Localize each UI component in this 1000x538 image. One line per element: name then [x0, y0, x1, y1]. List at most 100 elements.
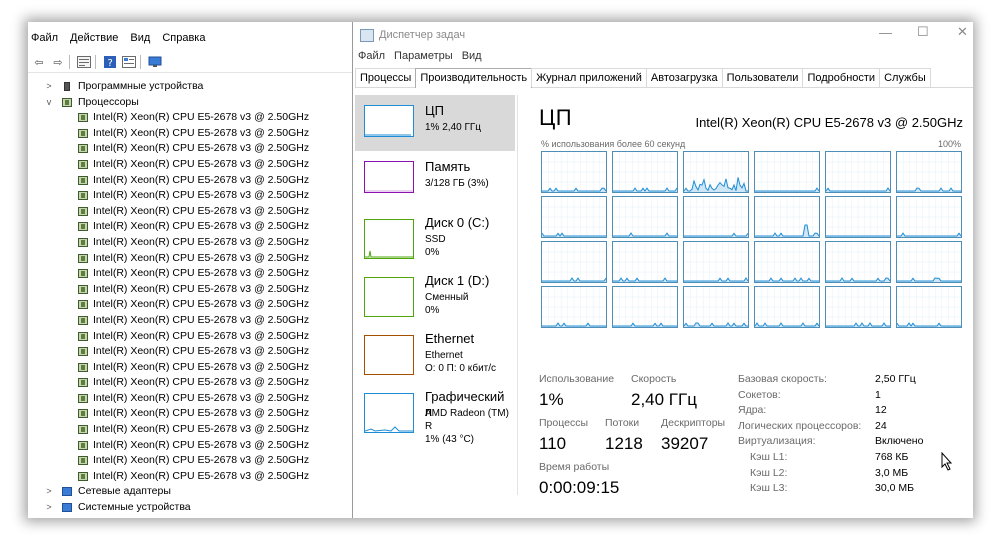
logical-processor-graph: [541, 286, 607, 328]
processor-item[interactable]: Intel(R) Xeon(R) CPU E5-2678 v3 @ 2.50GH…: [28, 110, 352, 126]
chevron-right-icon[interactable]: >: [44, 79, 54, 95]
adapter-name: Ethernet: [425, 350, 463, 361]
monitor-icon[interactable]: [147, 55, 163, 69]
tab-processes[interactable]: Процессы: [355, 68, 417, 87]
memory-mini-graph: [364, 161, 414, 193]
processor-item[interactable]: Intel(R) Xeon(R) CPU E5-2678 v3 @ 2.50GH…: [28, 173, 352, 189]
sidebar-item-memory[interactable]: Память 3/128 ГБ (3%): [355, 151, 515, 207]
forward-arrow-icon[interactable]: ⇨: [50, 55, 66, 69]
processor-item[interactable]: Intel(R) Xeon(R) CPU E5-2678 v3 @ 2.50GH…: [28, 188, 352, 204]
processor-label: Intel(R) Xeon(R) CPU E5-2678 v3 @ 2.50GH…: [93, 157, 310, 170]
gpu-mini-graph: [364, 393, 414, 433]
logical-processor-graph: [896, 151, 962, 193]
processor-item[interactable]: Intel(R) Xeon(R) CPU E5-2678 v3 @ 2.50GH…: [28, 344, 352, 360]
processor-item[interactable]: Intel(R) Xeon(R) CPU E5-2678 v3 @ 2.50GH…: [28, 360, 352, 376]
spec-label: Кэш L3:: [750, 482, 788, 495]
logical-processor-graph: [612, 241, 678, 283]
disk1-mini-graph: [364, 277, 414, 317]
processor-item[interactable]: Intel(R) Xeon(R) CPU E5-2678 v3 @ 2.50GH…: [28, 469, 352, 485]
sidebar-item-detail: 1% 2,40 ГГц: [425, 122, 482, 133]
help-icon[interactable]: ?: [102, 55, 118, 69]
processor-item[interactable]: Intel(R) Xeon(R) CPU E5-2678 v3 @ 2.50GH…: [28, 251, 352, 267]
processor-icon: [78, 456, 88, 466]
processor-icon: [78, 269, 88, 279]
tree-label: Процессоры: [78, 95, 139, 108]
tab-users[interactable]: Пользователи: [721, 68, 804, 87]
logical-processor-graph: [612, 286, 678, 328]
tab-details[interactable]: Подробности: [802, 68, 881, 87]
sidebar-item-cpu[interactable]: ЦП 1% 2,40 ГГц: [355, 95, 515, 151]
network-adapter-icon: [62, 487, 72, 497]
logical-processor-graph: [683, 151, 749, 193]
dm-menu-action[interactable]: Действие: [70, 32, 118, 50]
dm-menu-view[interactable]: Вид: [130, 32, 150, 50]
processor-label: Intel(R) Xeon(R) CPU E5-2678 v3 @ 2.50GH…: [93, 469, 310, 482]
processor-item[interactable]: Intel(R) Xeon(R) CPU E5-2678 v3 @ 2.50GH…: [28, 406, 352, 422]
tab-performance[interactable]: Производительность: [415, 68, 533, 88]
processor-item[interactable]: Intel(R) Xeon(R) CPU E5-2678 v3 @ 2.50GH…: [28, 422, 352, 438]
logical-processor-graph: [825, 151, 891, 193]
dm-menu-help[interactable]: Справка: [162, 32, 205, 50]
sidebar-item-disk1[interactable]: Диск 1 (D:) Сменный 0%: [355, 265, 515, 321]
tab-app-history[interactable]: Журнал приложений: [531, 68, 647, 87]
processor-item[interactable]: Intel(R) Xeon(R) CPU E5-2678 v3 @ 2.50GH…: [28, 141, 352, 157]
tree-item-programs[interactable]: > Программные устройства: [28, 79, 352, 95]
processor-item[interactable]: Intel(R) Xeon(R) CPU E5-2678 v3 @ 2.50GH…: [28, 235, 352, 251]
usage-value: 1%: [539, 390, 564, 409]
sidebar-item-ethernet[interactable]: Ethernet Ethernet О: 0 П: 0 кбит/с: [355, 323, 515, 379]
dm-menu-file[interactable]: Файл: [31, 32, 58, 50]
tree-item-network[interactable]: > Сетевые адаптеры: [28, 484, 352, 500]
processor-item[interactable]: Intel(R) Xeon(R) CPU E5-2678 v3 @ 2.50GH…: [28, 219, 352, 235]
processor-label: Intel(R) Xeon(R) CPU E5-2678 v3 @ 2.50GH…: [93, 235, 310, 248]
processor-item[interactable]: Intel(R) Xeon(R) CPU E5-2678 v3 @ 2.50GH…: [28, 126, 352, 142]
processor-list: Intel(R) Xeon(R) CPU E5-2678 v3 @ 2.50GH…: [28, 110, 352, 484]
processor-icon: [78, 206, 88, 216]
processor-icon: [78, 347, 88, 357]
processor-item[interactable]: Intel(R) Xeon(R) CPU E5-2678 v3 @ 2.50GH…: [28, 375, 352, 391]
processor-label: Intel(R) Xeon(R) CPU E5-2678 v3 @ 2.50GH…: [93, 407, 310, 420]
logical-processor-graph: [896, 286, 962, 328]
processor-item[interactable]: Intel(R) Xeon(R) CPU E5-2678 v3 @ 2.50GH…: [28, 453, 352, 469]
processor-label: Intel(R) Xeon(R) CPU E5-2678 v3 @ 2.50GH…: [93, 298, 310, 311]
processor-item[interactable]: Intel(R) Xeon(R) CPU E5-2678 v3 @ 2.50GH…: [28, 282, 352, 298]
gpu-name: AMD Radeon (TM) R: [425, 408, 509, 432]
tab-startup[interactable]: Автозагрузка: [645, 68, 723, 87]
processor-item[interactable]: Intel(R) Xeon(R) CPU E5-2678 v3 @ 2.50GH…: [28, 438, 352, 454]
update-driver-icon[interactable]: [121, 55, 137, 69]
logical-processor-graph: [825, 241, 891, 283]
disk-usage: 0%: [425, 247, 440, 258]
maximize-icon[interactable]: ☐: [917, 24, 929, 40]
chevron-down-icon[interactable]: v: [44, 95, 54, 111]
logical-processor-graph: [754, 286, 820, 328]
tree-item-system[interactable]: > Системные устройства: [28, 500, 352, 516]
close-icon[interactable]: ✕: [957, 24, 968, 40]
processor-item[interactable]: Intel(R) Xeon(R) CPU E5-2678 v3 @ 2.50GH…: [28, 329, 352, 345]
tree-label: Сетевые адаптеры: [78, 485, 171, 498]
processor-item[interactable]: Intel(R) Xeon(R) CPU E5-2678 v3 @ 2.50GH…: [28, 313, 352, 329]
tab-services[interactable]: Службы: [879, 68, 931, 87]
processor-item[interactable]: Intel(R) Xeon(R) CPU E5-2678 v3 @ 2.50GH…: [28, 297, 352, 313]
minimize-icon[interactable]: —: [879, 25, 892, 40]
processor-icon: [78, 378, 88, 388]
tree-item-processors[interactable]: v Процессоры: [28, 95, 352, 111]
tm-menu-options[interactable]: Параметры: [394, 50, 453, 62]
spec-value: Включено: [875, 435, 924, 448]
chevron-right-icon[interactable]: >: [44, 484, 54, 500]
handles-value: 39207: [661, 434, 709, 453]
sidebar-item-disk0[interactable]: Диск 0 (C:) SSD 0%: [355, 207, 515, 263]
spec-value: 768 КБ: [875, 451, 909, 463]
processor-item[interactable]: Intel(R) Xeon(R) CPU E5-2678 v3 @ 2.50GH…: [28, 391, 352, 407]
logical-processor-graph: [541, 241, 607, 283]
processor-item[interactable]: Intel(R) Xeon(R) CPU E5-2678 v3 @ 2.50GH…: [28, 266, 352, 282]
processor-item[interactable]: Intel(R) Xeon(R) CPU E5-2678 v3 @ 2.50GH…: [28, 157, 352, 173]
processor-label: Intel(R) Xeon(R) CPU E5-2678 v3 @ 2.50GH…: [93, 267, 310, 280]
tm-menu-view[interactable]: Вид: [462, 50, 482, 62]
chevron-right-icon[interactable]: >: [44, 500, 54, 516]
properties-icon[interactable]: [76, 55, 92, 69]
dm-menu-bar: Файл Действие Вид Справка: [28, 32, 214, 50]
back-arrow-icon[interactable]: ⇦: [31, 55, 47, 69]
processor-item[interactable]: Intel(R) Xeon(R) CPU E5-2678 v3 @ 2.50GH…: [28, 204, 352, 220]
sidebar-item-detail: AMD Radeon (TM) R 1% (43 °C): [425, 407, 515, 446]
tm-menu-file[interactable]: Файл: [358, 50, 385, 62]
sidebar-item-gpu[interactable]: Графический п AMD Radeon (TM) R 1% (43 °…: [355, 381, 515, 445]
